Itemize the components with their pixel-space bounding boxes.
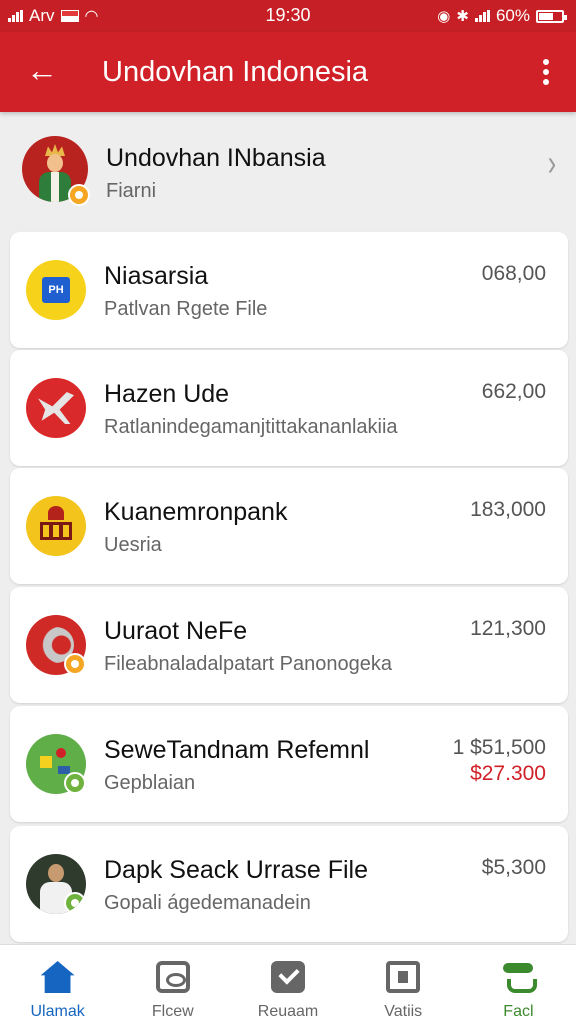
cell-signal-icon xyxy=(474,10,490,22)
item-badge-icon xyxy=(64,892,86,914)
nav-item-document[interactable]: Vatiis xyxy=(346,945,461,1024)
chevron-right-icon[interactable]: › xyxy=(548,142,556,184)
media-box-icon xyxy=(155,961,190,993)
status-right: ◉ ✱ 60% xyxy=(437,6,567,26)
wallet-card-icon: PH xyxy=(26,260,86,320)
tray-icon xyxy=(501,961,538,993)
list-item-title: Dapk Seack Urrase File xyxy=(104,856,368,884)
list-item-amount: 183,000 xyxy=(470,498,546,521)
wallet-card-icon-label: PH xyxy=(42,277,70,303)
list-item-subtitle: Gepblaian xyxy=(104,772,196,794)
shapes-icon xyxy=(26,734,86,794)
nav-label: Reuaam xyxy=(257,1003,319,1020)
avatar-badge-icon xyxy=(68,184,90,206)
profile-name: Undovhan INbansia xyxy=(106,144,326,172)
list-item-subtitle: Gopali ágedemanadein xyxy=(104,892,311,914)
alarm-icon: ◉ xyxy=(437,8,451,25)
list-item-amount: $5,300 xyxy=(481,856,546,879)
list-item[interactable]: Kuanemronpank Uesria 183,000 xyxy=(10,468,568,584)
nav-item-home[interactable]: Ulamak xyxy=(0,945,115,1024)
list-item-title: SeweTandnam Refemnl xyxy=(104,736,370,764)
list-item-title: Kuanemronpank xyxy=(104,498,288,526)
status-bar: Arv ◠ 19:30 ◉ ✱ 60% xyxy=(0,0,576,32)
list-item-title: Niasarsia xyxy=(104,262,209,290)
list-item-subtitle: Patlvan Rgete File xyxy=(104,298,268,320)
list-item-title: Hazen Ude xyxy=(104,380,230,408)
list-item[interactable]: SeweTandnam Refemnl Gepblaian 1 $51,500 … xyxy=(10,706,568,822)
home-icon xyxy=(40,961,75,993)
nav-label: Flcew xyxy=(151,1003,194,1020)
list-item-subtitle: Fileabnaladalpatart Panonogeka xyxy=(104,653,392,675)
nav-item-tray[interactable]: Facl xyxy=(461,945,576,1024)
person-photo-icon xyxy=(26,854,86,914)
list-item-subtitle: Uesria xyxy=(104,534,162,556)
profile-subtitle: Fiarni xyxy=(106,180,157,202)
app-bar: ← Undovhan Indonesia xyxy=(0,32,576,112)
check-box-icon xyxy=(271,961,305,993)
back-button[interactable]: ← xyxy=(22,50,62,90)
list-item-amount: 1 $51,500 xyxy=(452,736,546,759)
nav-label: Vatiis xyxy=(384,1003,423,1020)
battery-icon xyxy=(536,9,567,23)
list-item[interactable]: PH Niasarsia Patlvan Rgete File 068,00 xyxy=(10,232,568,348)
bluetooth-icon: ✱ xyxy=(456,8,469,25)
page-title: Undovhan Indonesia xyxy=(102,56,369,88)
list-item-subtitle: Ratlanindegamanjtittakananlakiia xyxy=(104,416,398,438)
item-badge-icon xyxy=(64,772,86,794)
nav-label: Ulamak xyxy=(30,1003,85,1020)
battery-percent: 60% xyxy=(495,6,530,25)
list-item[interactable]: Hazen Ude Ratlanindegamanjtittakananlaki… xyxy=(10,350,568,466)
list-item-amount: 121,300 xyxy=(470,617,546,640)
list-item-amount-secondary: $27.300 xyxy=(470,762,546,785)
arrow-left-icon: ← xyxy=(26,52,58,88)
airplane-icon xyxy=(26,378,86,438)
nav-item-media[interactable]: Flcew xyxy=(115,945,230,1024)
list-item[interactable]: Uuraot NeFe Fileabnaladalpatart Panonoge… xyxy=(10,587,568,703)
more-vert-icon[interactable] xyxy=(536,54,556,90)
item-badge-icon xyxy=(64,653,86,675)
nav-item-check[interactable]: Reuaam xyxy=(230,945,345,1024)
pipe-icon xyxy=(26,615,86,675)
building-icon xyxy=(26,496,86,556)
bottom-nav: Ulamak Flcew Reuaam Vatiis Facl xyxy=(0,944,576,1024)
list-item-title: Uuraot NeFe xyxy=(104,617,248,645)
document-icon xyxy=(386,961,421,993)
list-item-amount: 662,00 xyxy=(481,380,546,403)
list-item-amount: 068,00 xyxy=(481,262,546,285)
list-item[interactable]: Dapk Seack Urrase File Gopali ágedemanad… xyxy=(10,826,568,942)
profile-row[interactable]: Undovhan INbansia Fiarni › xyxy=(0,112,576,224)
nav-label: Facl xyxy=(503,1003,534,1020)
